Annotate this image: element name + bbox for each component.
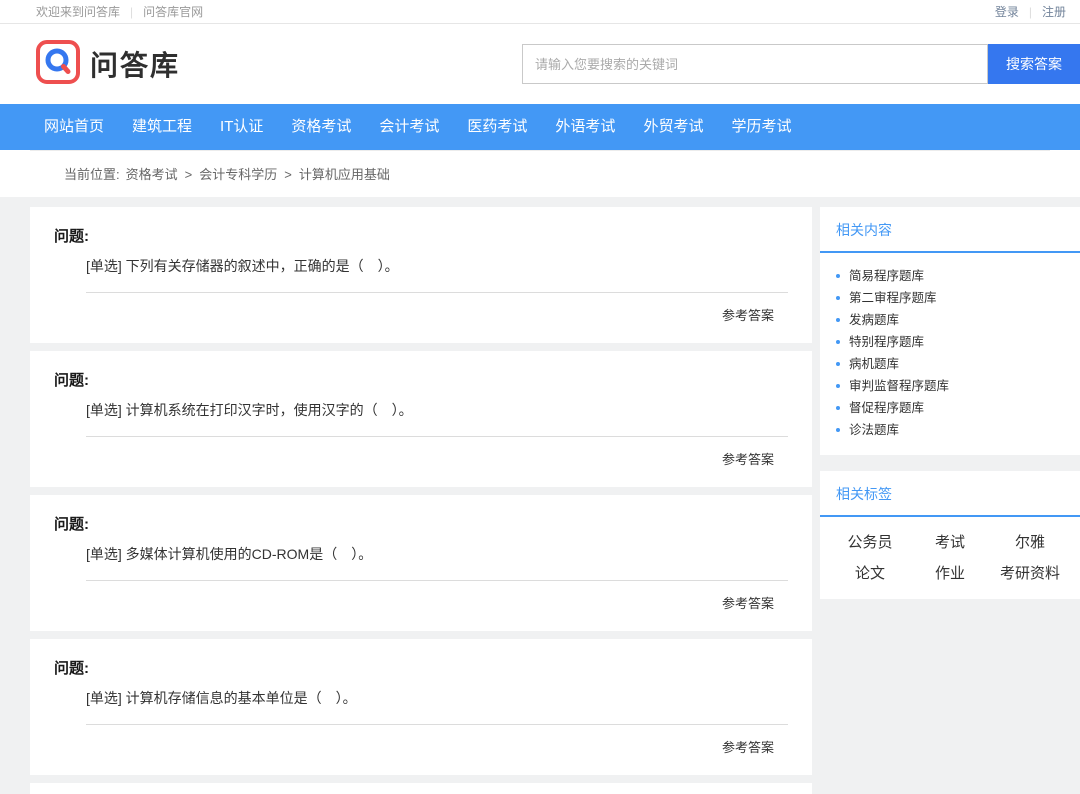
tag-link[interactable]: 尔雅 (990, 531, 1070, 552)
answer-link[interactable]: 参考答案 (722, 740, 774, 755)
login-link[interactable]: 登录 (995, 3, 1019, 20)
related-content-text: 审判监督程序题库 (849, 379, 950, 393)
tag-link[interactable]: 考研资料 (990, 562, 1070, 583)
breadcrumb-bar: 当前位置: 资格考试会计专科学历计算机应用基础 (0, 150, 1080, 197)
topbar-separator: | (130, 4, 134, 19)
question-label: 问题: (54, 516, 89, 533)
nav-item[interactable]: 医药考试 (453, 104, 541, 150)
related-content-text: 病机题库 (849, 357, 900, 371)
nav-item[interactable]: 建筑工程 (118, 104, 206, 150)
related-content-link[interactable]: 第二审程序题库 (836, 287, 1064, 309)
main-nav: 网站首页 建筑工程 IT认证 资格考试 会计考试 医药考试 外语考试 外贸考试 学历考试 (0, 104, 1080, 150)
related-content-text: 督促程序题库 (849, 401, 925, 415)
question-card: 问题: [单选] 计算机存储信息的基本单位是（ ）。 参考答案 (30, 639, 812, 775)
related-content-link[interactable]: 简易程序题库 (836, 265, 1064, 287)
related-tags-title: 相关标签 (820, 471, 1080, 517)
search-button[interactable]: 搜索答案 (988, 44, 1080, 84)
related-content-title: 相关内容 (820, 207, 1080, 253)
question-card: 问题: [单选] 下列有关存储器的叙述中，正确的是（ ）。 参考答案 (30, 207, 812, 343)
question-list: 问题: [单选] 下列有关存储器的叙述中，正确的是（ ）。 参考答案 问题: [… (30, 207, 812, 794)
nav-item[interactable]: 学历考试 (717, 104, 805, 150)
nav-item[interactable]: 资格考试 (277, 104, 365, 150)
question-label: 问题: (54, 372, 89, 389)
breadcrumb: 当前位置: 资格考试会计专科学历计算机应用基础 (30, 150, 1050, 197)
register-link[interactable]: 注册 (1042, 3, 1066, 20)
answer-link[interactable]: 参考答案 (722, 596, 774, 611)
tag-link[interactable]: 考试 (910, 531, 990, 552)
nav-item[interactable]: IT认证 (206, 104, 277, 150)
related-content-link[interactable]: 诊法题库 (836, 419, 1064, 441)
question-text: [单选] 计算机系统在打印汉字时，使用汉字的（ ）。 (86, 400, 788, 437)
related-content-text: 发病题库 (849, 313, 900, 327)
nav-item[interactable]: 会计考试 (365, 104, 453, 150)
related-content-list: 简易程序题库 第二审程序题库 发病题库 特别程序题库 病机题库 审判监督程序题库 (820, 253, 1080, 455)
search-bar: 搜索答案 (522, 44, 1080, 84)
official-site-link[interactable]: 问答库官网 (143, 3, 203, 20)
search-input[interactable] (522, 44, 988, 84)
question-text: [单选] 计算机存储信息的基本单位是（ ）。 (86, 688, 788, 725)
logo-text: 问答库 (90, 50, 181, 81)
related-content-link[interactable]: 督促程序题库 (836, 397, 1064, 419)
top-utility-bar: 欢迎来到问答库 | 问答库官网 登录 | 注册 (0, 0, 1080, 24)
related-content-link[interactable]: 特别程序题库 (836, 331, 1064, 353)
question-text: [单选] 多媒体计算机使用的CD-ROM是（ ）。 (86, 544, 788, 581)
question-text: [单选] 下列有关存储器的叙述中，正确的是（ ）。 (86, 256, 788, 293)
breadcrumb-link[interactable]: 会计专科学历 (178, 167, 278, 182)
bullet-icon (836, 274, 840, 278)
question-label: 问题: (54, 660, 89, 677)
topbar-separator: | (1028, 4, 1032, 19)
bullet-icon (836, 428, 840, 432)
nav-item[interactable]: 外语考试 (541, 104, 629, 150)
nav-item[interactable]: 外贸考试 (629, 104, 717, 150)
related-content-link[interactable]: 审判监督程序题库 (836, 375, 1064, 397)
main-area: 问题: [单选] 下列有关存储器的叙述中，正确的是（ ）。 参考答案 问题: [… (0, 197, 1080, 794)
question-card: 问题: [单选] 已知英文字符“d”的ASCII码值是100，英文字母“D”的A… (30, 783, 812, 794)
related-content-text: 特别程序题库 (849, 335, 925, 349)
answer-link[interactable]: 参考答案 (722, 308, 774, 323)
related-content-text: 简易程序题库 (849, 269, 925, 283)
question-card: 问题: [单选] 多媒体计算机使用的CD-ROM是（ ）。 参考答案 (30, 495, 812, 631)
related-content-link[interactable]: 发病题库 (836, 309, 1064, 331)
question-label: 问题: (54, 228, 89, 245)
answer-link[interactable]: 参考答案 (722, 452, 774, 467)
related-content-link[interactable]: 病机题库 (836, 353, 1064, 375)
bullet-icon (836, 406, 840, 410)
question-card: 问题: [单选] 计算机系统在打印汉字时，使用汉字的（ ）。 参考答案 (30, 351, 812, 487)
bullet-icon (836, 318, 840, 322)
related-content-text: 诊法题库 (849, 423, 900, 437)
bullet-icon (836, 362, 840, 366)
breadcrumb-label: 当前位置: (64, 167, 120, 182)
bullet-icon (836, 384, 840, 388)
site-header: 问答库 搜索答案 (0, 24, 1080, 104)
welcome-text: 欢迎来到问答库 (36, 5, 121, 19)
related-tags-panel: 相关标签 公务员 考试 尔雅论文 作业 考研资料 (820, 471, 1080, 599)
tags-grid: 公务员 考试 尔雅论文 作业 考研资料 (820, 517, 1080, 599)
related-content-text: 第二审程序题库 (849, 291, 937, 305)
site-logo[interactable]: 问答库 (36, 39, 181, 89)
bullet-icon (836, 340, 840, 344)
breadcrumb-link[interactable]: 资格考试 (126, 167, 178, 182)
sidebar: 相关内容 简易程序题库 第二审程序题库 发病题库 特别程序题库 病机题库 审判监… (820, 207, 1080, 615)
tag-link[interactable]: 论文 (830, 562, 910, 583)
breadcrumb-link[interactable]: 计算机应用基础 (277, 167, 390, 182)
nav-item[interactable]: 网站首页 (30, 104, 118, 150)
tag-link[interactable]: 作业 (910, 562, 990, 583)
tag-link[interactable]: 公务员 (830, 531, 910, 552)
related-content-panel: 相关内容 简易程序题库 第二审程序题库 发病题库 特别程序题库 病机题库 审判监… (820, 207, 1080, 455)
logo-icon (36, 39, 80, 89)
bullet-icon (836, 296, 840, 300)
